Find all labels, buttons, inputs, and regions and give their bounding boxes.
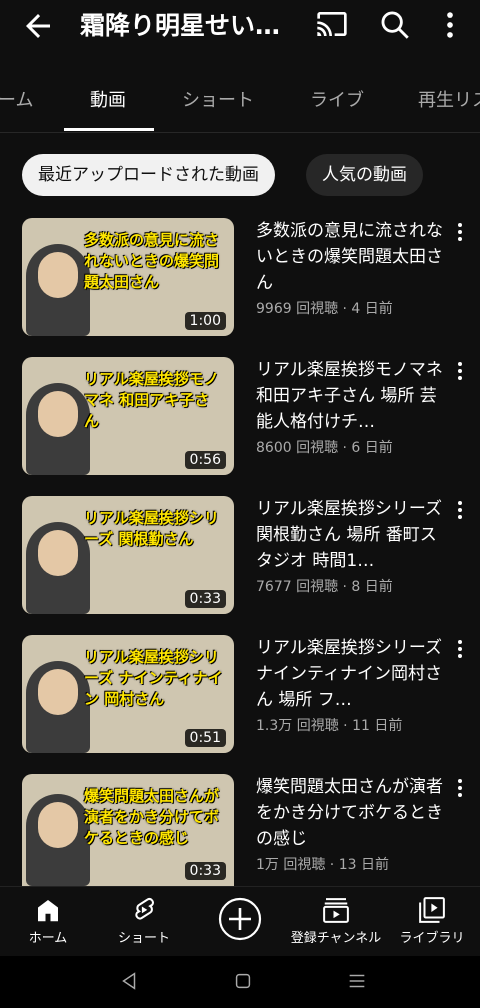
- video-title[interactable]: 多数派の意見に流されないときの爆笑問題太田さん: [256, 218, 446, 296]
- person-figure: [26, 383, 90, 475]
- tab-shorts[interactable]: ショート: [182, 80, 254, 132]
- home-icon: [38, 900, 58, 922]
- tab-videos[interactable]: 動画: [90, 80, 126, 132]
- back-arrow-icon[interactable]: [20, 8, 56, 44]
- video-more-icon[interactable]: [452, 637, 468, 661]
- nav-create[interactable]: [192, 893, 288, 941]
- system-navigation-bar: [0, 956, 480, 1008]
- video-item[interactable]: 爆笑問題太田さんが演者をかき分けてボケるときの感じ 0:33 爆笑問題太田さんが…: [0, 774, 480, 899]
- cast-icon[interactable]: [316, 8, 348, 40]
- video-meta: 1.3万 回視聴 · 11 日前: [256, 718, 403, 734]
- nav-shorts-label: ショート: [117, 931, 170, 946]
- nav-home[interactable]: ホーム: [0, 893, 96, 946]
- chip-recent-uploads[interactable]: 最近アップロードされた動画: [22, 154, 275, 196]
- channel-title: 霜降り明星せい…: [80, 11, 281, 40]
- video-meta: 9969 回視聴 · 4 日前: [256, 301, 393, 317]
- video-thumbnail[interactable]: 爆笑問題太田さんが演者をかき分けてボケるときの感じ 0:33: [22, 774, 234, 886]
- nav-shorts[interactable]: ショート: [96, 893, 192, 946]
- shorts-icon: [135, 898, 154, 920]
- system-home-icon[interactable]: [232, 970, 254, 992]
- video-more-icon[interactable]: [452, 776, 468, 800]
- video-title[interactable]: リアル楽屋挨拶シリーズ 関根勤さん 場所 番町スタジオ 時間1…: [256, 496, 446, 574]
- video-item[interactable]: 多数派の意見に流されないときの爆笑問題太田さん 1:00 多数派の意見に流されな…: [0, 218, 480, 343]
- search-icon[interactable]: [378, 8, 412, 42]
- nav-subscriptions[interactable]: 登録チャンネル: [288, 893, 384, 946]
- person-figure: [26, 244, 90, 336]
- system-back-icon[interactable]: [118, 970, 140, 992]
- create-icon: [218, 897, 262, 941]
- video-duration: 1:00: [184, 312, 226, 330]
- video-thumbnail[interactable]: リアル楽屋挨拶シリーズ 関根勤さん 0:33: [22, 496, 234, 614]
- active-tab-indicator: [64, 128, 154, 131]
- video-thumbnail[interactable]: 多数派の意見に流されないときの爆笑問題太田さん 1:00: [22, 218, 234, 336]
- thumbnail-caption: 多数派の意見に流されないときの爆笑問題太田さん: [84, 231, 220, 291]
- video-title[interactable]: リアル楽屋挨拶シリーズ ナインティナイン岡村さん 場所 フ…: [256, 635, 446, 713]
- subscriptions-icon: [323, 898, 349, 923]
- video-title[interactable]: 爆笑問題太田さんが演者をかき分けてボケるときの感じ: [256, 774, 446, 852]
- video-duration: 0:51: [184, 729, 226, 747]
- video-more-icon[interactable]: [452, 359, 468, 383]
- nav-home-label: ホーム: [28, 931, 68, 946]
- video-meta: 1万 回視聴 · 13 日前: [256, 857, 389, 873]
- thumbnail-caption: リアル楽屋挨拶シリーズ ナインティナイン 岡村さん: [84, 648, 223, 708]
- video-thumbnail[interactable]: リアル楽屋挨拶モノマネ 和田アキ子さん 0:56: [22, 357, 234, 475]
- nav-subscriptions-label: 登録チャンネル: [290, 931, 382, 946]
- library-icon: [419, 897, 445, 923]
- video-more-icon[interactable]: [452, 498, 468, 522]
- chip-popular[interactable]: 人気の動画: [306, 154, 423, 196]
- video-duration: 0:33: [184, 862, 226, 880]
- video-item[interactable]: リアル楽屋挨拶シリーズ ナインティナイン 岡村さん 0:51 リアル楽屋挨拶シリ…: [0, 635, 480, 760]
- system-recents-icon[interactable]: [346, 970, 368, 992]
- nav-library-label: ライブラリ: [399, 931, 465, 946]
- top-bar: 霜降り明星せい…: [0, 0, 480, 56]
- thumbnail-caption: 爆笑問題太田さんが演者をかき分けてボケるときの感じ: [84, 787, 220, 847]
- video-thumbnail[interactable]: リアル楽屋挨拶シリーズ ナインティナイン 岡村さん 0:51: [22, 635, 234, 753]
- video-title[interactable]: リアル楽屋挨拶モノマネ 和田アキ子さん 場所 芸能人格付けチ…: [256, 357, 446, 435]
- person-figure: [26, 522, 90, 614]
- nav-library[interactable]: ライブラリ: [384, 893, 480, 946]
- video-meta: 8600 回視聴 · 6 日前: [256, 440, 393, 456]
- person-figure: [26, 794, 90, 886]
- thumbnail-caption: リアル楽屋挨拶シリーズ 関根勤さん: [84, 509, 219, 548]
- video-duration: 0:33: [184, 590, 226, 608]
- person-figure: [26, 661, 90, 753]
- more-options-icon[interactable]: [440, 8, 460, 42]
- channel-tabs: ーム 動画 ショート ライブ 再生リス: [0, 80, 480, 133]
- tab-playlists[interactable]: 再生リス: [418, 80, 480, 132]
- thumbnail-caption: リアル楽屋挨拶モノマネ 和田アキ子さん: [84, 370, 219, 430]
- video-meta: 7677 回視聴 · 8 日前: [256, 579, 393, 595]
- video-item[interactable]: リアル楽屋挨拶モノマネ 和田アキ子さん 0:56 リアル楽屋挨拶モノマネ 和田ア…: [0, 357, 480, 482]
- video-more-icon[interactable]: [452, 220, 468, 244]
- tab-live[interactable]: ライブ: [310, 80, 364, 132]
- bottom-navigation: ホーム ショート 登録チャンネル ライブラリ: [0, 886, 480, 957]
- video-duration: 0:56: [184, 451, 226, 469]
- tab-home[interactable]: ーム: [0, 80, 33, 132]
- video-item[interactable]: リアル楽屋挨拶シリーズ 関根勤さん 0:33 リアル楽屋挨拶シリーズ 関根勤さん…: [0, 496, 480, 621]
